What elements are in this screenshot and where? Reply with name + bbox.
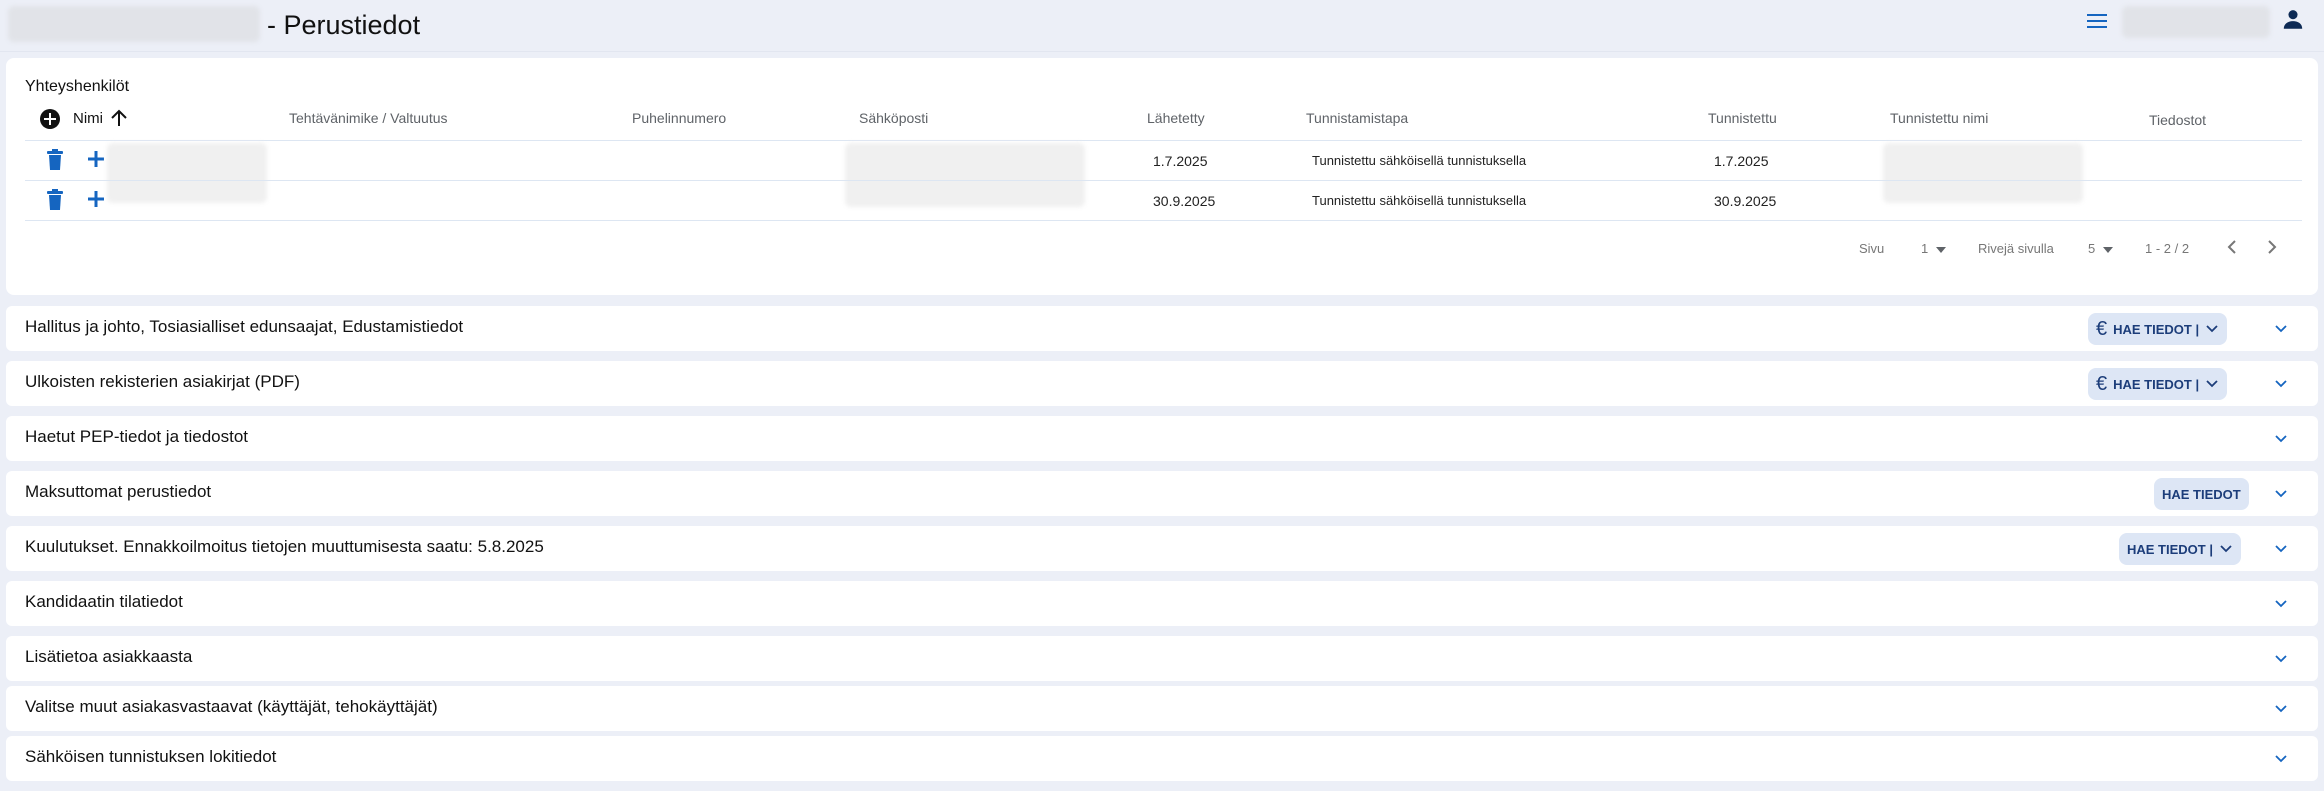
column-header-sent[interactable]: Lähetetty <box>1147 110 1205 126</box>
user-name-redacted <box>2122 6 2270 38</box>
cell-auth-method: Tunnistettu sähköisellä tunnistuksella <box>1312 193 1527 208</box>
hae-tiedot-button[interactable]: HAE TIEDOT | <box>2119 533 2241 565</box>
accordion-other-account-managers[interactable]: Valitse muut asiakasvastaavat (käyttäjät… <box>6 686 2318 731</box>
accordion-title: Hallitus ja johto, Tosiasialliset edunsa… <box>25 317 464 336</box>
contacts-title: Yhteyshenkilöt <box>25 78 130 95</box>
accordion-title: Maksuttomat perustiedot <box>25 482 212 501</box>
accordion-title: Kuulutukset. Ennakkoilmoitus tietojen mu… <box>25 537 544 556</box>
contacts-card: Yhteyshenkilöt Nimi Tehtävänimike / Valt… <box>6 58 2318 295</box>
caret-down-icon <box>1936 246 1947 253</box>
arrow-up-icon[interactable] <box>110 108 128 128</box>
chevron-down-icon[interactable] <box>2271 484 2291 504</box>
company-name-redacted <box>8 6 260 42</box>
chevron-down-icon <box>2220 545 2232 553</box>
accordion-title: Valitse muut asiakasvastaavat (käyttäjät… <box>25 697 438 716</box>
accordion-title: Kandidaatin tilatiedot <box>25 592 183 611</box>
accordion-title: Lisätietoa asiakkaasta <box>25 647 193 666</box>
trash-icon[interactable] <box>45 149 65 171</box>
add-circle-icon[interactable] <box>39 108 61 130</box>
euro-icon: € <box>2096 317 2108 340</box>
accordion-title: Sähköisen tunnistuksen lokitiedot <box>25 747 277 766</box>
top-bar: - Perustiedot <box>0 0 2324 52</box>
accordion-title: Haetut PEP-tiedot ja tiedostot <box>25 427 249 446</box>
pager-page-value: 1 <box>1921 241 1929 256</box>
chevron-down-icon <box>2206 380 2218 388</box>
hae-tiedot-label: HAE TIEDOT | <box>2113 321 2200 337</box>
cell-auth-method: Tunnistettu sähköisellä tunnistuksella <box>1312 153 1527 168</box>
accordion-pep-data[interactable]: Haetut PEP-tiedot ja tiedostot <box>6 416 2318 461</box>
chevron-left-icon[interactable] <box>2222 236 2242 258</box>
pager-rows-label: Rivejä sivulla <box>1978 241 2054 256</box>
column-header-authenticated[interactable]: Tunnistettu <box>1708 110 1777 126</box>
pager-range: 1 - 2 / 2 <box>2145 241 2190 256</box>
hae-tiedot-label: HAE TIEDOT <box>2162 486 2241 502</box>
add-icon[interactable] <box>87 190 105 208</box>
chevron-down-icon <box>2206 325 2218 333</box>
hae-tiedot-label: HAE TIEDOT | <box>2113 376 2200 392</box>
page-title: - Perustiedot <box>267 10 421 40</box>
chevron-down-icon[interactable] <box>2271 749 2291 769</box>
euro-icon: € <box>2096 372 2108 395</box>
accordion-title: Ulkoisten rekisterien asiakirjat (PDF) <box>25 372 300 391</box>
cell-sent: 30.9.2025 <box>1153 193 1216 209</box>
table-bottom-divider <box>25 220 2302 221</box>
chevron-down-icon[interactable] <box>2271 594 2291 614</box>
hamburger-menu-icon[interactable] <box>2085 9 2109 33</box>
pager-rows-select[interactable]: 5 <box>2088 241 2114 256</box>
column-header-role[interactable]: Tehtävänimike / Valtuutus <box>289 110 448 126</box>
accordion-auth-logs[interactable]: Sähköisen tunnistuksen lokitiedot <box>6 736 2318 781</box>
chevron-down-icon[interactable] <box>2271 319 2291 339</box>
accordion-external-registers[interactable]: Ulkoisten rekisterien asiakirjat (PDF) €… <box>6 361 2318 406</box>
hae-tiedot-button[interactable]: HAE TIEDOT <box>2154 478 2249 510</box>
pager-page-select[interactable]: 1 <box>1921 241 1947 256</box>
chevron-down-icon[interactable] <box>2271 699 2291 719</box>
column-header-email[interactable]: Sähköposti <box>859 110 928 126</box>
hae-tiedot-button[interactable]: € HAE TIEDOT | <box>2088 368 2228 400</box>
table-row: 1.7.2025 Tunnistettu sähköisellä tunnist… <box>25 141 2302 207</box>
trash-icon[interactable] <box>45 189 65 211</box>
accordion-free-basic-info[interactable]: Maksuttomat perustiedot HAE TIEDOT <box>6 471 2318 516</box>
accordion-board-and-management[interactable]: Hallitus ja johto, Tosiasialliset edunsa… <box>6 306 2318 351</box>
account-icon[interactable] <box>2280 6 2306 32</box>
cell-authenticated: 1.7.2025 <box>1714 153 1769 169</box>
column-header-auth-method[interactable]: Tunnistamistapa <box>1306 110 1408 126</box>
column-header-auth-name[interactable]: Tunnistettu nimi <box>1890 110 1988 126</box>
hae-tiedot-label: HAE TIEDOT | <box>2127 541 2213 557</box>
column-header-files[interactable]: Tiedostot <box>2149 112 2206 128</box>
cell-sent: 1.7.2025 <box>1153 153 1208 169</box>
cell-authenticated: 30.9.2025 <box>1714 193 1777 209</box>
chevron-down-icon[interactable] <box>2271 374 2291 394</box>
accordion-candidate-status[interactable]: Kandidaatin tilatiedot <box>6 581 2318 626</box>
add-icon[interactable] <box>87 150 105 168</box>
chevron-down-icon[interactable] <box>2271 649 2291 669</box>
chevron-down-icon[interactable] <box>2271 539 2291 559</box>
chevron-right-icon[interactable] <box>2262 236 2282 258</box>
table-row: 30.9.2025 Tunnistettu sähköisellä tunnis… <box>25 181 2302 221</box>
pager-page-label: Sivu <box>1859 241 1885 256</box>
hae-tiedot-button[interactable]: € HAE TIEDOT | <box>2088 313 2228 345</box>
accordion-customer-info[interactable]: Lisätietoa asiakkaasta <box>6 636 2318 681</box>
chevron-down-icon[interactable] <box>2271 429 2291 449</box>
column-header-name[interactable]: Nimi <box>73 110 103 127</box>
pager-rows-value: 5 <box>2088 241 2096 256</box>
caret-down-icon <box>2103 246 2114 253</box>
accordion-announcements[interactable]: Kuulutukset. Ennakkoilmoitus tietojen mu… <box>6 526 2318 571</box>
column-header-phone[interactable]: Puhelinnumero <box>632 110 726 126</box>
